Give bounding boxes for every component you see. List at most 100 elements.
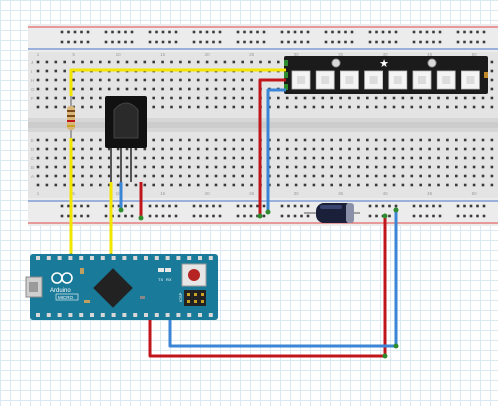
rail-hole xyxy=(425,40,429,44)
breadboard-hole xyxy=(161,87,164,91)
breadboard-hole xyxy=(63,60,66,64)
breadboard-hole xyxy=(410,105,414,109)
breadboard-hole xyxy=(36,105,40,109)
breadboard-hole xyxy=(463,156,467,160)
breadboard-hole xyxy=(90,105,93,109)
breadboard-hole xyxy=(437,183,440,187)
breadboard-hole xyxy=(383,183,387,187)
breadboard-hole xyxy=(303,147,307,151)
breadboard-hole xyxy=(410,156,414,160)
breadboard-hole xyxy=(401,174,405,178)
row-letter: H xyxy=(31,78,34,83)
breadboard-hole xyxy=(481,174,485,178)
breadboard-hole xyxy=(374,147,378,151)
breadboard-hole xyxy=(170,165,173,169)
rail-hole xyxy=(412,30,416,34)
breadboard-hole xyxy=(214,165,218,169)
breadboard-hole xyxy=(179,156,182,160)
breadboard-hole xyxy=(330,165,333,169)
breadboard-hole xyxy=(285,96,289,100)
breadboard-hole xyxy=(99,138,102,142)
rail-hole xyxy=(249,204,253,208)
breadboard-hole xyxy=(134,60,138,64)
breadboard-hole xyxy=(54,105,58,109)
rail-hole xyxy=(67,214,70,218)
rail-hole xyxy=(368,204,372,208)
breadboard-hole xyxy=(90,147,93,151)
rail-hole xyxy=(388,204,391,208)
breadboard-hole xyxy=(321,174,325,178)
circuit-diagram: 1155101015152020252530303535404045455050… xyxy=(25,24,498,359)
rail-hole xyxy=(161,30,165,34)
breadboard-hole xyxy=(232,60,236,64)
breadboard-hole xyxy=(196,174,200,178)
breadboard-hole xyxy=(366,138,369,142)
breadboard-hole xyxy=(63,96,66,100)
breadboard-hole xyxy=(392,147,396,151)
breadboard-hole xyxy=(357,147,360,151)
rail-hole xyxy=(236,40,240,44)
rail-hole xyxy=(205,214,209,218)
rail-hole xyxy=(350,40,354,44)
breadboard-hole xyxy=(54,60,58,64)
breadboard-hole xyxy=(81,105,84,109)
rail-hole xyxy=(67,40,70,44)
rail-hole xyxy=(124,204,127,208)
breadboard-hole xyxy=(152,105,155,109)
breadboard-hole xyxy=(250,147,253,151)
breadboard-hole xyxy=(294,165,298,169)
breadboard-hole xyxy=(490,174,494,178)
breadboard-hole xyxy=(116,87,120,91)
breadboard-hole xyxy=(179,174,182,178)
rail-hole xyxy=(469,214,473,218)
breadboard-hole xyxy=(472,105,476,109)
rail-hole xyxy=(243,204,246,208)
breadboard-hole xyxy=(366,183,369,187)
breadboard-hole xyxy=(54,78,58,82)
led-die xyxy=(369,76,378,84)
breadboard-hole xyxy=(339,165,342,169)
breadboard-hole xyxy=(161,105,164,109)
rail-hole xyxy=(432,214,435,218)
rail-hole xyxy=(463,204,466,208)
rail-hole xyxy=(476,30,479,34)
rail-hole xyxy=(375,214,378,218)
breadboard-hole xyxy=(188,105,191,109)
rail-hole xyxy=(161,40,165,44)
rail-hole xyxy=(80,40,83,44)
breadboard-hole xyxy=(45,138,49,142)
rail-hole xyxy=(124,214,127,218)
breadboard-hole xyxy=(428,165,431,169)
breadboard-hole xyxy=(490,183,494,187)
rail-hole xyxy=(280,40,284,44)
breadboard-hole xyxy=(383,165,387,169)
rail-hole xyxy=(375,40,378,44)
arduino-pin xyxy=(154,313,159,317)
breadboard-hole xyxy=(188,60,191,64)
rail-hole xyxy=(463,40,466,44)
breadboard-hole xyxy=(383,156,387,160)
breadboard-hole xyxy=(125,147,129,151)
breadboard-hole xyxy=(205,96,209,100)
breadboard-hole xyxy=(45,60,49,64)
breadboard-hole xyxy=(161,147,164,151)
breadboard-hole xyxy=(455,105,458,109)
neopixel-stick: ★ xyxy=(284,56,488,94)
breadboard-hole xyxy=(463,183,467,187)
breadboard-hole xyxy=(152,147,155,151)
breadboard-hole xyxy=(285,174,289,178)
rail-hole xyxy=(482,40,486,44)
breadboard-hole xyxy=(152,60,155,64)
breadboard-hole xyxy=(392,105,396,109)
breadboard-hole xyxy=(401,156,405,160)
rail-hole xyxy=(432,40,435,44)
breadboard-hole xyxy=(152,138,155,142)
breadboard-hole xyxy=(232,147,236,151)
rail-hole xyxy=(161,204,165,208)
breadboard-hole xyxy=(321,105,325,109)
breadboard-hole xyxy=(196,105,200,109)
rail-hole xyxy=(256,30,259,34)
breadboard-hole xyxy=(250,60,253,64)
breadboard-hole xyxy=(188,87,191,91)
rail-hole xyxy=(412,40,416,44)
